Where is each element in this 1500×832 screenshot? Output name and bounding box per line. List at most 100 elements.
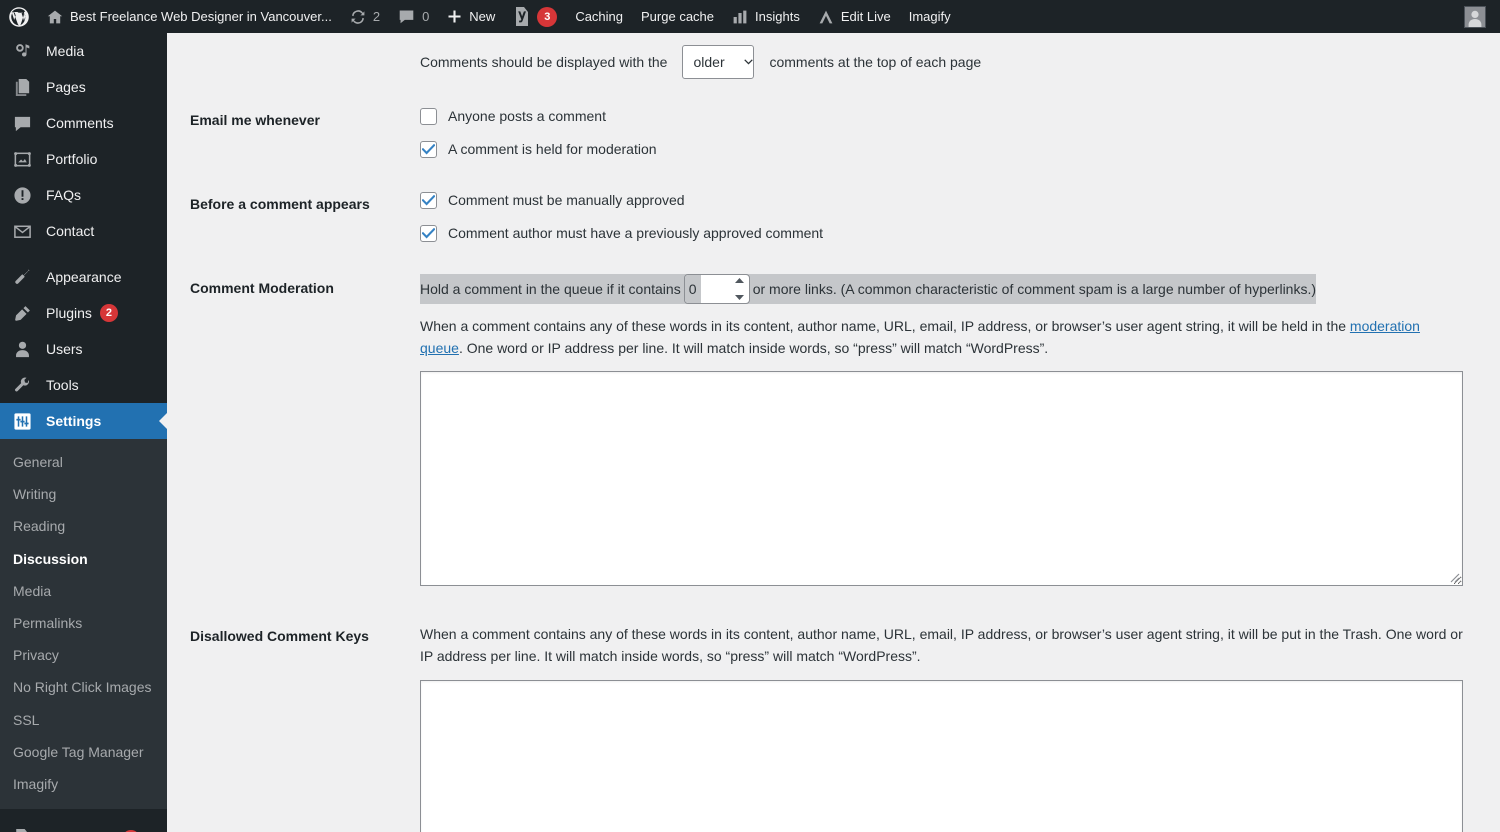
- new-content-menu[interactable]: New: [438, 0, 504, 33]
- sidebar-item-pages[interactable]: Pages: [0, 69, 167, 105]
- sidebar-subitem-discussion[interactable]: Discussion: [0, 543, 167, 575]
- sidebar-item-media[interactable]: Media: [0, 33, 167, 69]
- updates-menu[interactable]: 2: [341, 0, 389, 33]
- moderation-keys-textarea[interactable]: [420, 371, 1463, 587]
- sidebar-item-portfolio[interactable]: Portfolio: [0, 141, 167, 177]
- bar-chart-icon: [732, 9, 748, 25]
- purge-cache-menu[interactable]: Purge cache: [632, 0, 723, 33]
- checkbox-comment-must-be-manually-approved[interactable]: [420, 192, 437, 209]
- sidebar-item-comments[interactable]: Comments: [0, 105, 167, 141]
- sidebar-item-label: Contact: [46, 223, 95, 239]
- before-comment-appears-label: Before a comment appears: [190, 196, 370, 212]
- sidebar-item-appearance[interactable]: Appearance: [0, 259, 167, 295]
- sidebar-item-users[interactable]: Users: [0, 331, 167, 367]
- number-stepper[interactable]: [734, 277, 745, 301]
- checkmark-icon: [422, 228, 435, 239]
- sidebar-item-label: Settings: [46, 413, 102, 429]
- settings-submenu: General Writing Reading Discussion Media…: [0, 439, 167, 810]
- sidebar-item-contact[interactable]: Contact: [0, 213, 167, 249]
- stepper-up-icon[interactable]: [734, 277, 745, 284]
- checkbox-row-held-for-moderation[interactable]: A comment is held for moderation: [420, 139, 1490, 160]
- sidebar-item-faqs[interactable]: FAQs: [0, 177, 167, 213]
- checkbox-label[interactable]: Comment author must have a previously ap…: [448, 223, 823, 244]
- comment-moderation-row: Comment Moderation Hold a comment in the…: [167, 259, 1500, 607]
- sidebar-subitem-writing[interactable]: Writing: [0, 478, 167, 510]
- imagify-menu[interactable]: Imagify: [900, 0, 960, 33]
- sidebar-item-label: Media: [46, 43, 85, 59]
- sidebar-item-plugins[interactable]: Plugins 2: [0, 295, 167, 331]
- disallowed-comment-keys-field: When a comment contains any of these wor…: [420, 607, 1500, 832]
- insights-label: Insights: [755, 9, 800, 24]
- checkbox-label[interactable]: A comment is held for moderation: [448, 139, 657, 160]
- sidebar-subitem-general[interactable]: General: [0, 446, 167, 478]
- sidebar-subitem-no-right-click-images[interactable]: No Right Click Images: [0, 671, 167, 703]
- caching-menu[interactable]: Caching: [566, 0, 632, 33]
- faqs-icon: [13, 185, 37, 205]
- sidebar-subitem-media[interactable]: Media: [0, 575, 167, 607]
- moderation-keys-textarea-wrap: [420, 371, 1463, 587]
- insights-menu[interactable]: Insights: [723, 0, 809, 33]
- home-icon: [47, 9, 63, 25]
- email-me-whenever-label: Email me whenever: [190, 112, 320, 128]
- sidebar-subitem-privacy[interactable]: Privacy: [0, 639, 167, 671]
- checkmark-icon: [422, 144, 435, 155]
- discussion-settings-content: Comments should be displayed with the ol…: [167, 33, 1500, 832]
- comment-moderation-label: Comment Moderation: [190, 280, 334, 296]
- checkbox-author-previously-approved[interactable]: [420, 225, 437, 242]
- edit-live-label: Edit Live: [840, 9, 891, 24]
- checkbox-row-previously-approved[interactable]: Comment author must have a previously ap…: [420, 223, 1490, 244]
- sidebar-item-label: FAQs: [46, 187, 82, 203]
- sidebar-subitem-ssl[interactable]: SSL: [0, 704, 167, 736]
- comment-order-select[interactable]: older: [682, 45, 755, 79]
- pages-icon: [13, 77, 37, 97]
- moderation-description: When a comment contains any of these wor…: [420, 316, 1463, 359]
- moderation-links-stepper-wrap[interactable]: 0: [683, 274, 750, 304]
- portfolio-icon: [13, 149, 37, 169]
- sidebar-item-tools[interactable]: Tools: [0, 367, 167, 403]
- sidebar-item-label: Portfolio: [46, 151, 98, 167]
- comments-menu[interactable]: 0: [389, 0, 438, 33]
- sidebar-item-label: Plugins: [46, 305, 92, 321]
- moderation-text-after: or more links. (A common characteristic …: [752, 280, 1317, 297]
- yoast-adminbar-menu[interactable]: 3: [504, 0, 566, 33]
- comments-count: 0: [422, 9, 430, 24]
- checkbox-label[interactable]: Comment must be manually approved: [448, 190, 685, 211]
- moderation-links-line: Hold a comment in the queue if it contai…: [420, 274, 1317, 304]
- plus-icon: [447, 9, 462, 24]
- sidebar-item-label: Comments: [46, 115, 114, 131]
- caching-label: Caching: [575, 9, 624, 24]
- disallowed-keys-textarea[interactable]: [420, 679, 1463, 832]
- avatar[interactable]: [1464, 5, 1486, 28]
- checkbox-comment-held-for-moderation[interactable]: [420, 141, 437, 158]
- new-label: New: [469, 9, 496, 24]
- sidebar-subitem-permalinks[interactable]: Permalinks: [0, 607, 167, 639]
- wordpress-logo-icon: [9, 6, 29, 27]
- sidebar-separator: [0, 249, 167, 259]
- checkbox-anyone-posts-a-comment[interactable]: [420, 108, 437, 125]
- sidebar-item-yoast-seo[interactable]: Yoast SEO 3: [0, 821, 167, 832]
- sidebar-subitem-reading[interactable]: Reading: [0, 510, 167, 542]
- before-comment-appears-row: Before a comment appears Comment must be…: [167, 175, 1500, 259]
- sidebar-item-label: Users: [46, 341, 83, 357]
- appearance-icon: [13, 267, 37, 287]
- disallowed-keys-description: When a comment contains any of these wor…: [420, 626, 1463, 665]
- sidebar-item-settings[interactable]: Settings: [0, 403, 167, 439]
- sidebar-subitem-imagify[interactable]: Imagify: [0, 768, 167, 800]
- yoast-adminbar-badge: 3: [537, 6, 558, 27]
- tools-icon: [13, 375, 37, 395]
- elementor-icon: [818, 9, 834, 25]
- wordpress-logo-menu[interactable]: [0, 0, 38, 33]
- imagify-label: Imagify: [908, 9, 951, 24]
- users-icon: [13, 339, 37, 359]
- edit-live-menu[interactable]: Edit Live: [809, 0, 900, 33]
- checkbox-label[interactable]: Anyone posts a comment: [448, 106, 606, 127]
- moderation-desc-part1: When a comment contains any of these wor…: [420, 318, 1350, 334]
- site-name-label: Best Freelance Web Designer in Vancouver…: [70, 9, 332, 24]
- site-name-menu[interactable]: Best Freelance Web Designer in Vancouver…: [38, 0, 341, 33]
- checkbox-row-anyone-posts[interactable]: Anyone posts a comment: [420, 106, 1490, 127]
- stepper-down-icon[interactable]: [734, 294, 745, 301]
- media-icon: [13, 41, 37, 61]
- sidebar-subitem-google-tag-manager[interactable]: Google Tag Manager: [0, 736, 167, 768]
- checkbox-row-manually-approved[interactable]: Comment must be manually approved: [420, 190, 1490, 211]
- comment-order-select-wrap[interactable]: older: [674, 45, 762, 79]
